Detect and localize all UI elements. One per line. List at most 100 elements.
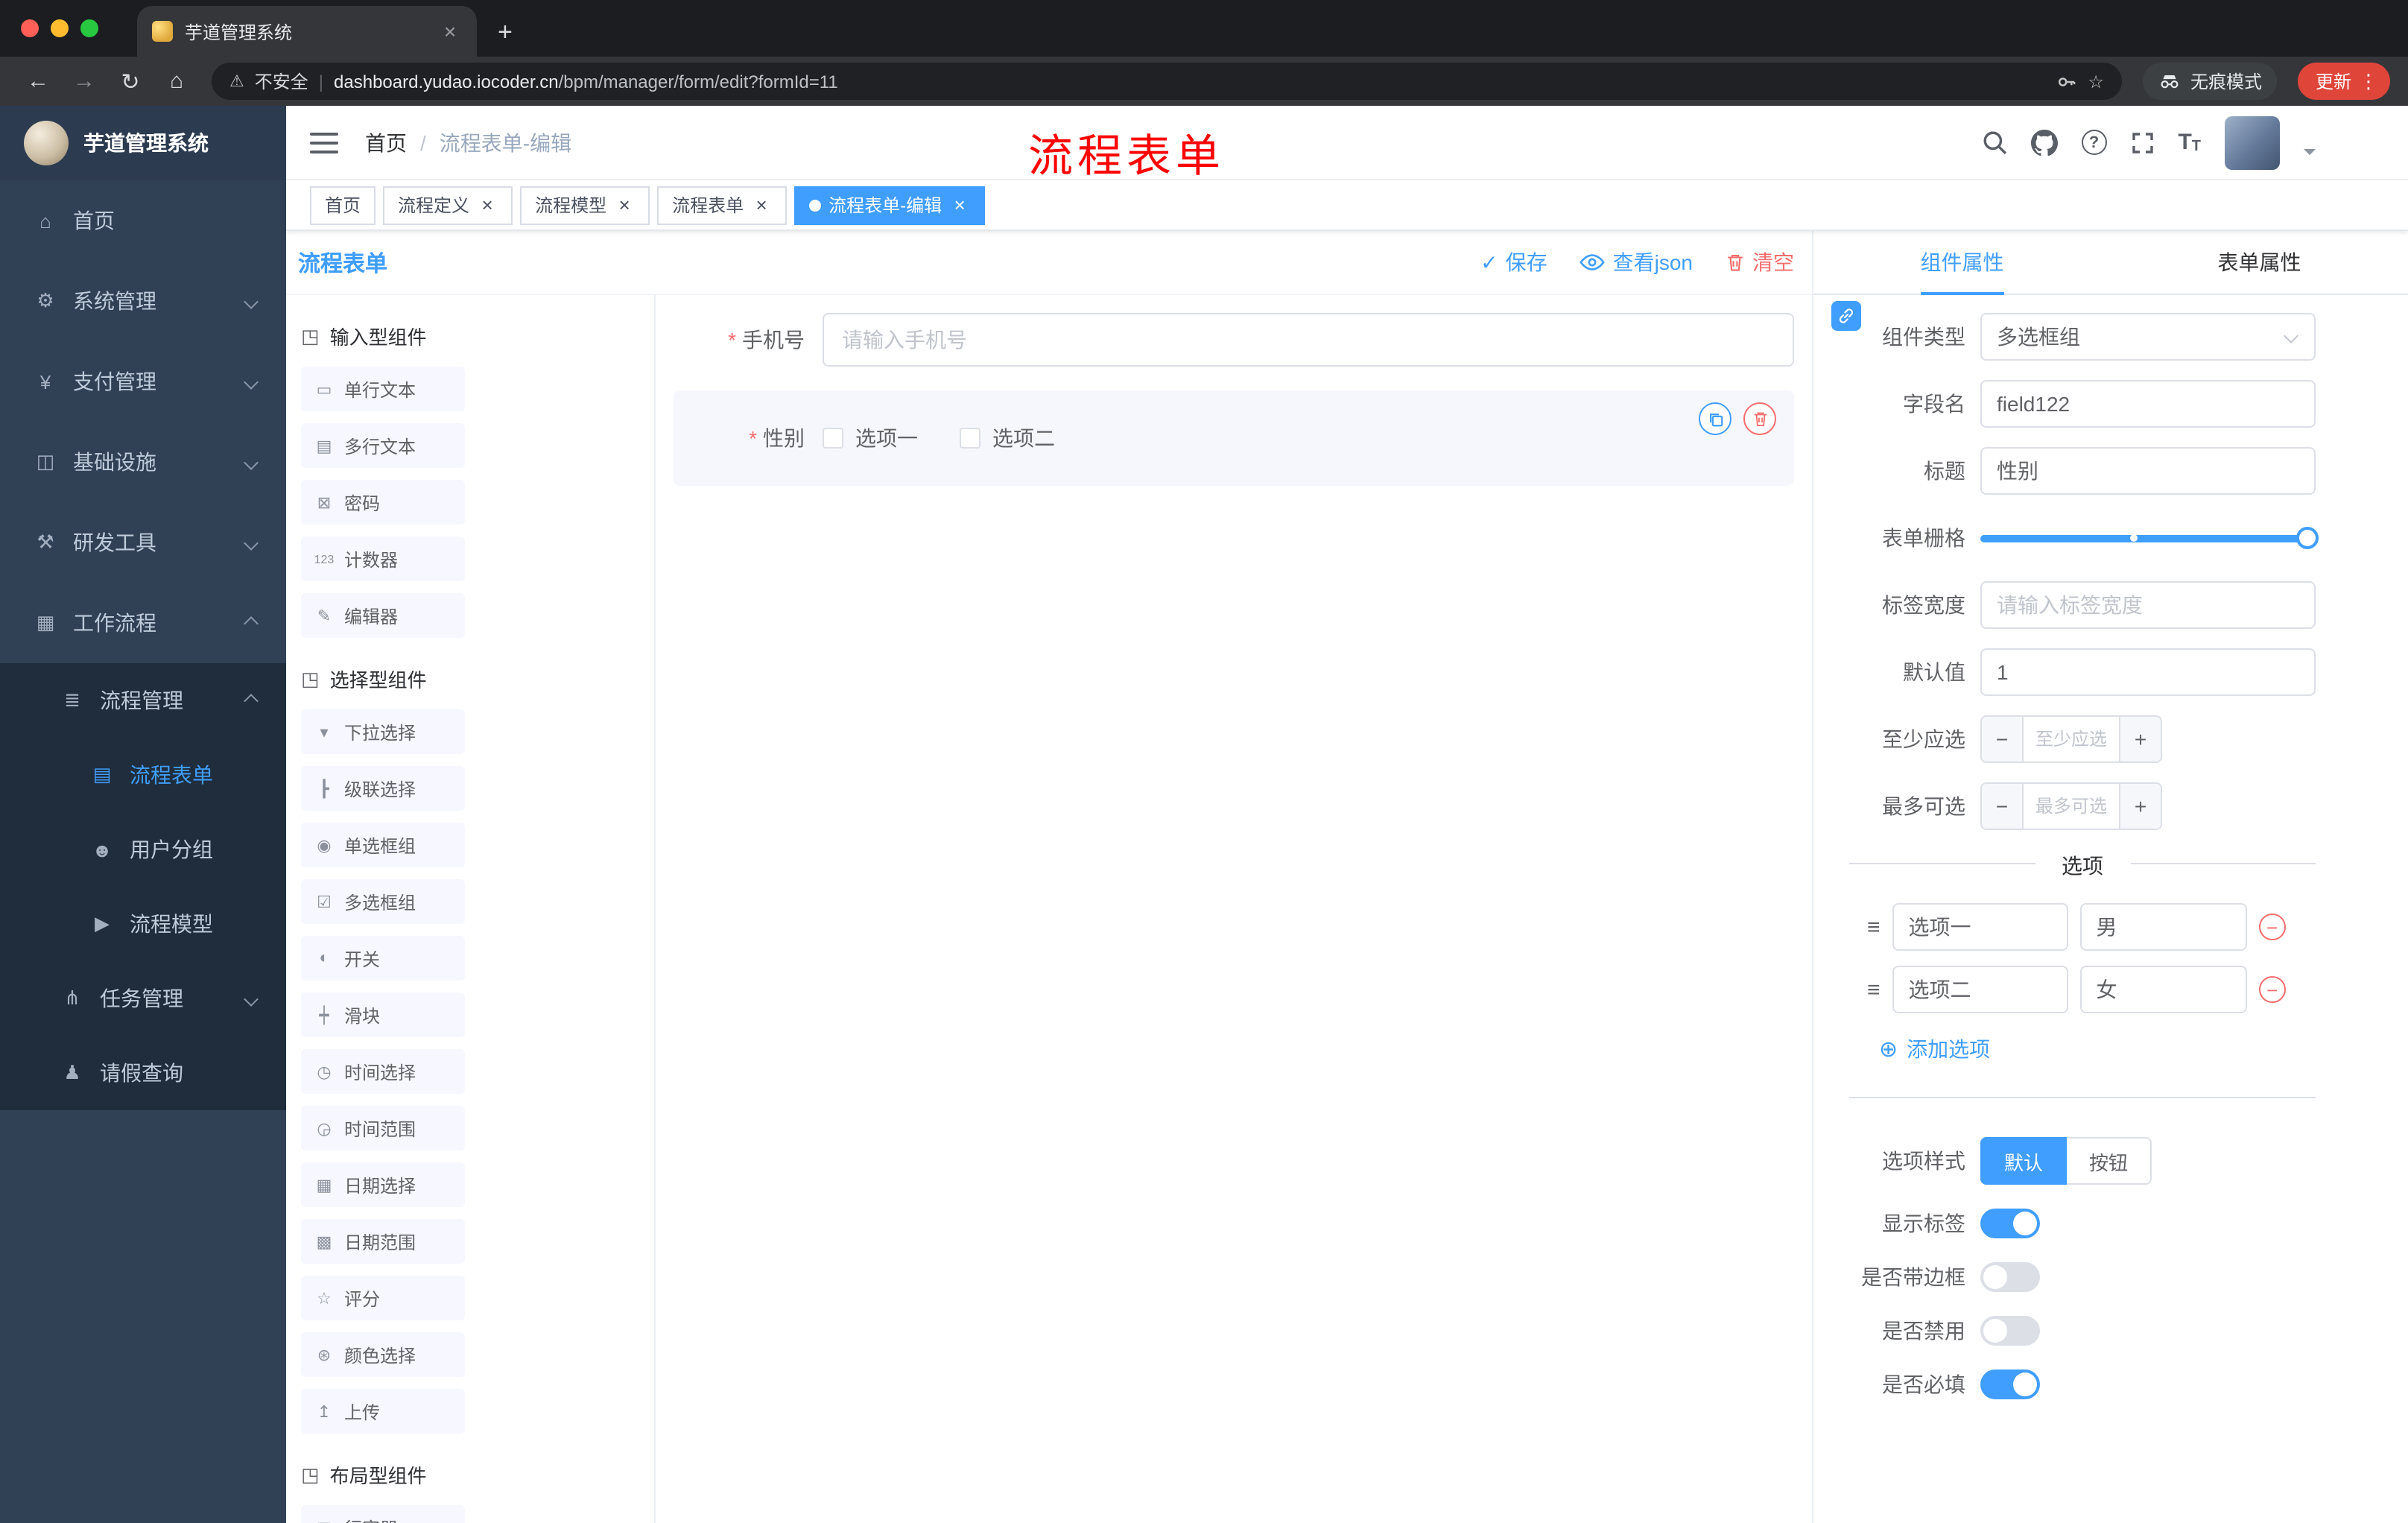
clear-button[interactable]: 清空 <box>1726 247 1794 277</box>
sidebar-item-leave-query[interactable]: ♟ 请假查询 <box>0 1036 286 1110</box>
back-icon[interactable]: ← <box>18 61 58 101</box>
zoom-window-button[interactable] <box>80 19 98 37</box>
palette-item-upload[interactable]: ↥ 上传 <box>301 1389 465 1434</box>
add-option-button[interactable]: ⊕ 添加选项 <box>1879 1034 2316 1064</box>
sidebar-item-home[interactable]: ⌂ 首页 <box>0 180 286 261</box>
tag-process-form[interactable]: 流程表单 × <box>657 186 788 224</box>
required-toggle[interactable] <box>1980 1370 2040 1399</box>
browser-tab[interactable]: 芋道管理系统 × <box>137 6 477 57</box>
sidebar-item-process-form[interactable]: ▤ 流程表单 <box>0 738 286 812</box>
drag-handle-icon[interactable]: ≡ <box>1867 914 1881 940</box>
minimize-window-button[interactable] <box>51 19 69 37</box>
slider-track[interactable] <box>1980 527 2319 549</box>
phone-input[interactable] <box>823 313 1794 367</box>
default-value-input[interactable] <box>1980 648 2316 696</box>
sidebar-item-user-group[interactable]: ☻ 用户分组 <box>0 812 286 887</box>
component-type-select[interactable]: 多选框组 <box>1980 313 2316 361</box>
tab-form-props[interactable]: 表单属性 <box>2111 231 2408 294</box>
forward-icon[interactable]: → <box>64 61 104 101</box>
close-tag-icon[interactable]: × <box>949 195 970 215</box>
sidebar-item-system[interactable]: ⚙ 系统管理 <box>0 261 286 341</box>
form-canvas[interactable]: 手机号 性别 <box>656 295 1812 1523</box>
tag-home[interactable]: 首页 <box>310 186 376 224</box>
font-size-icon[interactable]: TT <box>2178 130 2201 155</box>
palette-item-textarea[interactable]: ▤ 多行文本 <box>301 423 465 468</box>
delete-component-button[interactable] <box>1743 402 1776 435</box>
slider-handle[interactable] <box>2296 527 2319 549</box>
palette-item-counter[interactable]: 123 计数器 <box>301 536 465 581</box>
palette-item-color-picker[interactable]: ⊛ 颜色选择 <box>301 1332 465 1377</box>
search-icon[interactable] <box>1981 130 2006 155</box>
sidebar-item-devtools[interactable]: ⚒ 研发工具 <box>0 502 286 583</box>
view-json-button[interactable]: 查看json <box>1580 247 1693 277</box>
option-2-value-input[interactable] <box>2079 966 2247 1013</box>
help-icon[interactable]: ? <box>2081 130 2107 155</box>
sidebar-item-workflow[interactable]: ▦ 工作流程 <box>0 583 286 663</box>
palette-item-row-container[interactable]: ▥ 行容器 <box>301 1505 465 1523</box>
palette-item-password[interactable]: ⊠ 密码 <box>301 480 465 525</box>
palette-item-editor[interactable]: ✎ 编辑器 <box>301 593 465 638</box>
increase-button[interactable]: + <box>2119 784 2161 829</box>
palette-item-date-range[interactable]: ▩ 日期范围 <box>301 1219 465 1264</box>
tag-process-definition[interactable]: 流程定义 × <box>383 186 513 224</box>
drag-handle-icon[interactable]: ≡ <box>1867 977 1881 1002</box>
browser-update-button[interactable]: 更新 ⋮ <box>2297 63 2390 100</box>
palette-item-cascader[interactable]: ┣ 级联选择 <box>301 766 465 811</box>
gender-option-1-checkbox[interactable]: 选项一 <box>823 423 918 453</box>
palette-item-rate[interactable]: ☆ 评分 <box>301 1276 465 1320</box>
title-input[interactable] <box>1980 447 2316 495</box>
close-window-button[interactable] <box>21 19 39 37</box>
palette-item-time-range[interactable]: ◶ 时间范围 <box>301 1106 465 1150</box>
github-icon[interactable] <box>2030 129 2058 156</box>
phone-field[interactable]: 手机号 <box>674 313 1794 367</box>
sidebar-item-task-manage[interactable]: ⋔ 任务管理 <box>0 961 286 1036</box>
sidebar-item-payment[interactable]: ¥ 支付管理 <box>0 341 286 422</box>
palette-item-single-text[interactable]: ▭ 单行文本 <box>301 367 465 411</box>
increase-button[interactable]: + <box>2119 717 2161 762</box>
border-toggle[interactable] <box>1980 1262 2040 1292</box>
avatar-caret-icon[interactable] <box>2304 148 2316 160</box>
grid-slider[interactable] <box>1980 514 2319 562</box>
option-2-label-input[interactable] <box>1892 966 2068 1013</box>
close-tag-icon[interactable]: × <box>477 195 498 215</box>
sidebar-item-process-manage[interactable]: ≣ 流程管理 <box>0 663 286 738</box>
palette-item-slider[interactable]: ┿ 滑块 <box>301 992 465 1037</box>
selected-component-gender[interactable]: 性别 选项一 选项二 <box>674 390 1794 486</box>
palette-item-select[interactable]: ▾ 下拉选择 <box>301 709 465 754</box>
remove-option-button[interactable]: − <box>2258 914 2286 940</box>
breadcrumb-home[interactable]: 首页 <box>365 127 407 157</box>
palette-item-switch[interactable]: ◐ 开关 <box>301 936 465 981</box>
palette-item-time-picker[interactable]: ◷ 时间选择 <box>301 1049 465 1094</box>
password-key-icon[interactable] <box>2056 71 2077 92</box>
sidebar-logo[interactable]: 芋道管理系统 <box>0 106 286 180</box>
tag-process-model[interactable]: 流程模型 × <box>520 186 650 224</box>
min-select-input[interactable] <box>2024 717 2119 762</box>
palette-item-date-picker[interactable]: ▦ 日期选择 <box>301 1162 465 1207</box>
option-1-value-input[interactable] <box>2079 903 2247 951</box>
copy-component-button[interactable] <box>1699 402 1731 435</box>
new-tab-icon[interactable]: + <box>498 18 513 48</box>
field-name-input[interactable] <box>1980 380 2316 428</box>
disabled-toggle[interactable] <box>1980 1316 2040 1346</box>
close-tab-icon[interactable]: × <box>438 19 462 43</box>
security-label[interactable]: 不安全 <box>255 69 308 94</box>
url-box[interactable]: ⚠ 不安全 | dashboard.yudao.iocoder.cn/bpm/m… <box>212 63 2122 100</box>
sidebar-item-infra[interactable]: ◫ 基础设施 <box>0 422 286 502</box>
save-button[interactable]: ✓ 保存 <box>1480 247 1547 277</box>
palette-item-checkbox-group[interactable]: ☑ 多选框组 <box>301 879 465 924</box>
label-width-input[interactable] <box>1980 581 2316 629</box>
component-doc-link-icon[interactable] <box>1831 301 1861 331</box>
style-default-button[interactable]: 默认 <box>1980 1137 2068 1185</box>
show-label-toggle[interactable] <box>1980 1209 2040 1238</box>
close-tag-icon[interactable]: × <box>614 195 635 215</box>
reload-icon[interactable]: ↻ <box>110 61 150 101</box>
remove-option-button[interactable]: − <box>2258 976 2286 1003</box>
option-1-label-input[interactable] <box>1892 903 2068 951</box>
gender-option-2-checkbox[interactable]: 选项二 <box>960 423 1055 453</box>
fullscreen-icon[interactable] <box>2130 130 2154 154</box>
browser-menu-icon[interactable]: ⋮ <box>2359 69 2378 93</box>
palette-item-radio-group[interactable]: ◉ 单选框组 <box>301 823 465 867</box>
tab-component-props[interactable]: 组件属性 <box>1813 231 2111 294</box>
user-avatar-image[interactable] <box>2225 115 2280 169</box>
home-icon[interactable]: ⌂ <box>156 61 197 101</box>
